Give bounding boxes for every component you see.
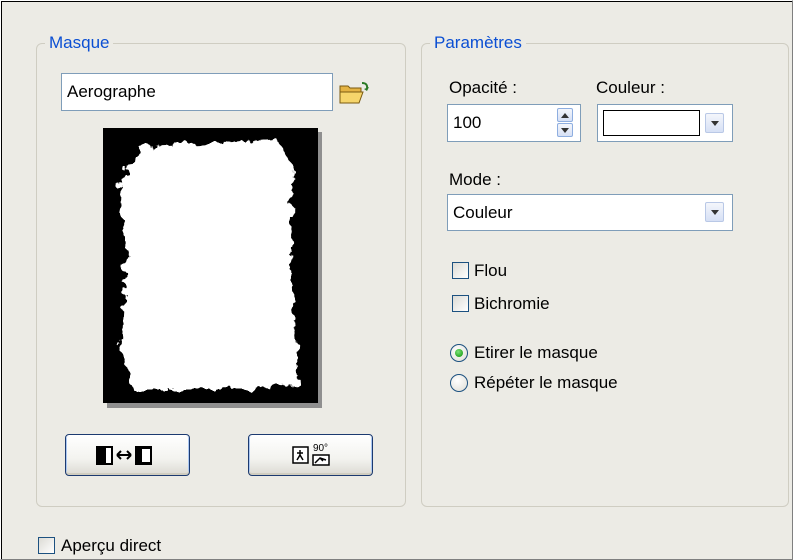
rotate-90-button[interactable]: 90° (248, 434, 373, 476)
mode-value: Couleur (453, 203, 513, 222)
color-label: Couleur : (596, 78, 665, 97)
mode-label: Mode : (449, 170, 501, 189)
repeter-label[interactable]: Répéter le masque (474, 373, 618, 393)
rotate-90-icon: 90° (291, 443, 330, 466)
opacity-spin-down[interactable] (557, 123, 573, 137)
parametres-group-title: Paramètres (430, 33, 526, 53)
opacity-value: 100 (453, 113, 482, 132)
color-dropdown-arrow[interactable] (705, 113, 724, 133)
swap-invert-icon (95, 446, 152, 465)
opacity-label: Opacité : (449, 78, 518, 97)
mask-preview (103, 128, 322, 408)
etirer-radio[interactable] (450, 344, 468, 362)
mode-dropdown-arrow[interactable] (705, 202, 724, 222)
masque-group-title: Masque (45, 33, 114, 53)
color-swatch (603, 110, 700, 136)
apercu-checkbox[interactable] (38, 537, 55, 554)
bichromie-checkbox[interactable] (452, 295, 469, 312)
rotate-90-label: 90° (312, 443, 329, 454)
invert-mask-button[interactable] (65, 434, 190, 476)
folder-open-icon[interactable] (337, 80, 371, 106)
mask-name-field[interactable]: Aerographe (61, 73, 333, 111)
repeter-radio[interactable] (450, 374, 468, 392)
etirer-label[interactable]: Etirer le masque (474, 343, 598, 363)
flou-checkbox[interactable] (452, 262, 469, 279)
bichromie-label[interactable]: Bichromie (474, 294, 550, 314)
chevron-down-icon (710, 209, 719, 215)
apercu-label[interactable]: Aperçu direct (61, 536, 161, 556)
opacity-spin-up[interactable] (557, 108, 573, 122)
flou-label[interactable]: Flou (474, 261, 507, 281)
mode-select[interactable]: Couleur (447, 194, 733, 231)
chevron-down-icon (710, 120, 719, 126)
